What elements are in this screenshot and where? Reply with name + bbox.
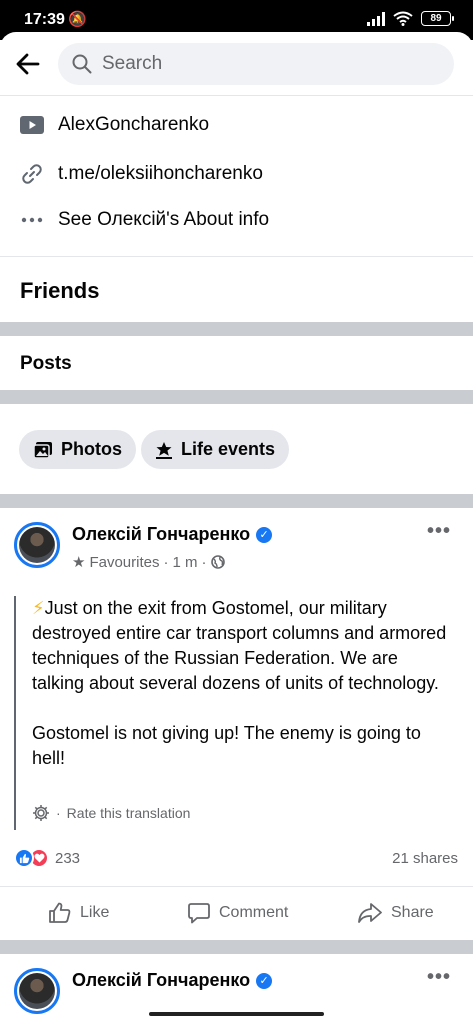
friends-heading[interactable]: Friends — [20, 278, 99, 304]
divider — [0, 256, 473, 257]
posts-heading: Posts — [20, 353, 72, 374]
author-avatar[interactable] — [14, 522, 60, 568]
thumbs-up-icon — [49, 902, 71, 923]
youtube-channel: AlexGoncharenko — [58, 114, 210, 135]
shares-count[interactable]: 21 shares — [392, 850, 458, 867]
section-separator — [0, 494, 473, 508]
wifi-icon — [393, 11, 413, 26]
post-text-container: ⚡Just on the exit from Gostomel, our mil… — [32, 596, 454, 771]
back-arrow-icon[interactable] — [14, 50, 42, 78]
lightning-emoji-icon: ⚡ — [32, 598, 45, 618]
telegram-link[interactable]: t.me/oleksiihoncharenko — [58, 163, 263, 185]
like-reaction-icon — [14, 848, 34, 868]
intro-about-row[interactable]: See Олексій's About info — [0, 197, 473, 243]
rate-translation-link[interactable]: Rate this translation — [67, 805, 191, 821]
post-content: ⚡Just on the exit from Gostomel, our mil… — [14, 596, 454, 830]
comment-bubble-icon — [188, 903, 210, 924]
mute-icon: 🔕 — [68, 11, 87, 28]
post-meta: ★ Favourites · 1 m · — [72, 553, 225, 571]
life-events-chip-label: Life events — [181, 439, 276, 459]
search-input[interactable] — [102, 53, 402, 75]
section-separator — [0, 322, 473, 336]
comment-button[interactable]: Comment — [187, 901, 288, 925]
post-author[interactable]: Олексій Гончаренко ✓ — [72, 524, 273, 545]
verified-badge-icon: ✓ — [256, 526, 273, 543]
youtube-icon — [20, 113, 44, 137]
link-icon — [20, 162, 44, 186]
star-icon: ★ — [72, 554, 86, 571]
status-time: 17:39 — [24, 11, 65, 28]
comment-label: Comment — [219, 904, 289, 921]
home-indicator[interactable] — [149, 1012, 324, 1016]
next-post-author[interactable]: Олексій Гончаренко ✓ — [72, 970, 273, 991]
like-button[interactable]: Like — [48, 901, 109, 925]
intro-youtube-row[interactable]: AlexGoncharenko — [0, 102, 473, 148]
audience-label: Favourites — [89, 553, 160, 571]
life-events-chip[interactable]: Life events — [141, 430, 290, 469]
share-label: Share — [391, 904, 434, 921]
reaction-count: 233 — [55, 849, 81, 867]
intro-link-row[interactable]: t.me/oleksiihoncharenko — [0, 151, 473, 197]
flag-star-icon — [156, 441, 172, 459]
photos-chip[interactable]: Photos — [19, 430, 136, 469]
more-dots-icon — [20, 208, 44, 232]
battery-level: 89 — [430, 13, 442, 24]
post-time[interactable]: 1 m — [172, 554, 197, 571]
reactions-summary[interactable]: 233 — [14, 848, 80, 868]
section-separator — [0, 390, 473, 404]
post-text: Just on the exit from Gostomel, our mili… — [32, 598, 447, 768]
post-author-name[interactable]: Олексій Гончаренко — [72, 524, 250, 545]
photos-icon — [33, 441, 52, 459]
status-icons: 89 — [367, 11, 454, 26]
share-button[interactable]: Share — [357, 901, 434, 925]
post-actions: Like Comment Share — [0, 886, 473, 938]
next-post-author-name[interactable]: Олексій Гончаренко — [72, 970, 250, 991]
signal-icon — [367, 11, 385, 26]
share-arrow-icon — [358, 903, 382, 923]
battery-icon: 89 — [421, 11, 454, 26]
photos-chip-label: Photos — [61, 439, 122, 459]
section-separator — [0, 940, 473, 954]
header-bar — [0, 32, 473, 96]
globe-icon — [210, 555, 225, 569]
like-label: Like — [80, 904, 110, 921]
next-post-avatar[interactable] — [14, 968, 60, 1014]
gear-icon[interactable] — [32, 804, 50, 822]
verified-badge-icon: ✓ — [256, 972, 273, 989]
translation-bar: · Rate this translation — [32, 804, 190, 822]
about-info-link[interactable]: See Олексій's About info — [58, 209, 269, 231]
next-post-options-icon[interactable]: ••• — [427, 966, 451, 989]
post-options-icon[interactable]: ••• — [427, 520, 451, 543]
search-bar[interactable] — [58, 43, 454, 85]
search-icon — [72, 54, 92, 74]
